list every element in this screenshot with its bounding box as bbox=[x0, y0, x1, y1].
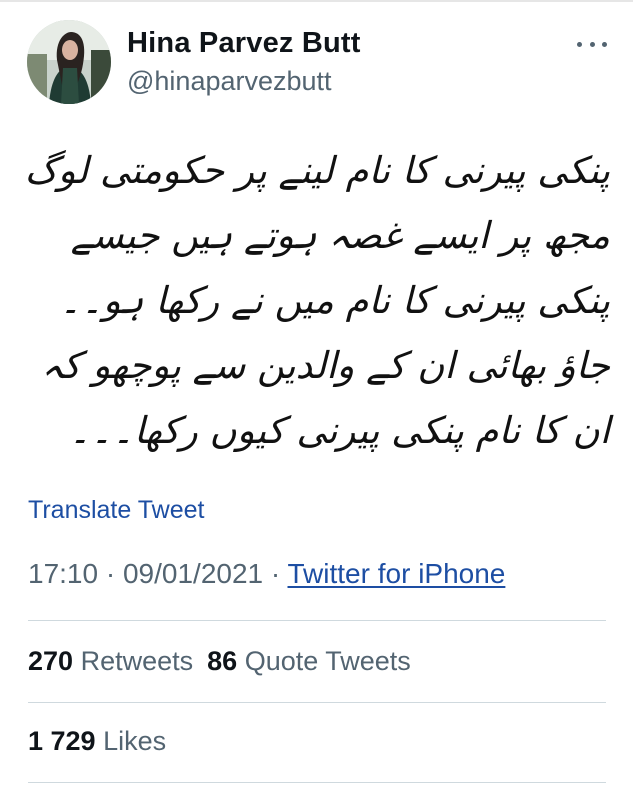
translate-tweet-link[interactable]: Translate Tweet bbox=[28, 496, 204, 525]
likes-count: 1 729 bbox=[28, 726, 96, 756]
divider bbox=[28, 620, 606, 621]
author-avatar[interactable] bbox=[27, 20, 111, 104]
retweets-stat[interactable]: 270 Retweets bbox=[28, 646, 193, 676]
more-options-icon[interactable] bbox=[577, 34, 607, 54]
tweet-text: پنکی پیرنی کا نام لینے پر حکومتی لوگ مجھ… bbox=[24, 149, 610, 452]
quote-tweets-label: Quote Tweets bbox=[244, 646, 411, 676]
quote-tweets-count: 86 bbox=[207, 646, 238, 676]
tweet-time: 17:10 bbox=[28, 558, 99, 589]
divider bbox=[28, 782, 606, 783]
more-dot bbox=[577, 41, 582, 47]
more-dot bbox=[602, 41, 607, 47]
meta-separator: · bbox=[270, 558, 281, 589]
divider bbox=[28, 702, 606, 703]
retweets-count: 270 bbox=[28, 646, 74, 676]
tweet-date: 09/01/2021 bbox=[122, 558, 264, 589]
author-handle[interactable]: @hinaparvezbutt bbox=[127, 64, 361, 98]
retweets-label: Retweets bbox=[80, 646, 194, 676]
likes-label: Likes bbox=[103, 726, 167, 756]
tweet-header: Hina Parvez Butt @hinaparvezbutt bbox=[24, 20, 609, 108]
likes-stats: 1 729 Likes bbox=[28, 726, 166, 757]
top-divider bbox=[0, 0, 633, 2]
tweet-meta: 17:10 · 09/01/2021 · Twitter for iPhone bbox=[28, 558, 505, 590]
meta-separator: · bbox=[105, 558, 116, 589]
quote-tweets-stat[interactable]: 86 Quote Tweets bbox=[207, 646, 411, 676]
likes-stat[interactable]: 1 729 Likes bbox=[28, 726, 166, 756]
author-names: Hina Parvez Butt @hinaparvezbutt bbox=[127, 26, 361, 98]
more-dot bbox=[589, 41, 595, 47]
tweet-source-link[interactable]: Twitter for iPhone bbox=[288, 558, 506, 589]
author-display-name[interactable]: Hina Parvez Butt bbox=[127, 26, 361, 60]
profile-photo-icon bbox=[27, 20, 111, 104]
engagement-stats: 270 Retweets 86 Quote Tweets bbox=[28, 646, 411, 677]
